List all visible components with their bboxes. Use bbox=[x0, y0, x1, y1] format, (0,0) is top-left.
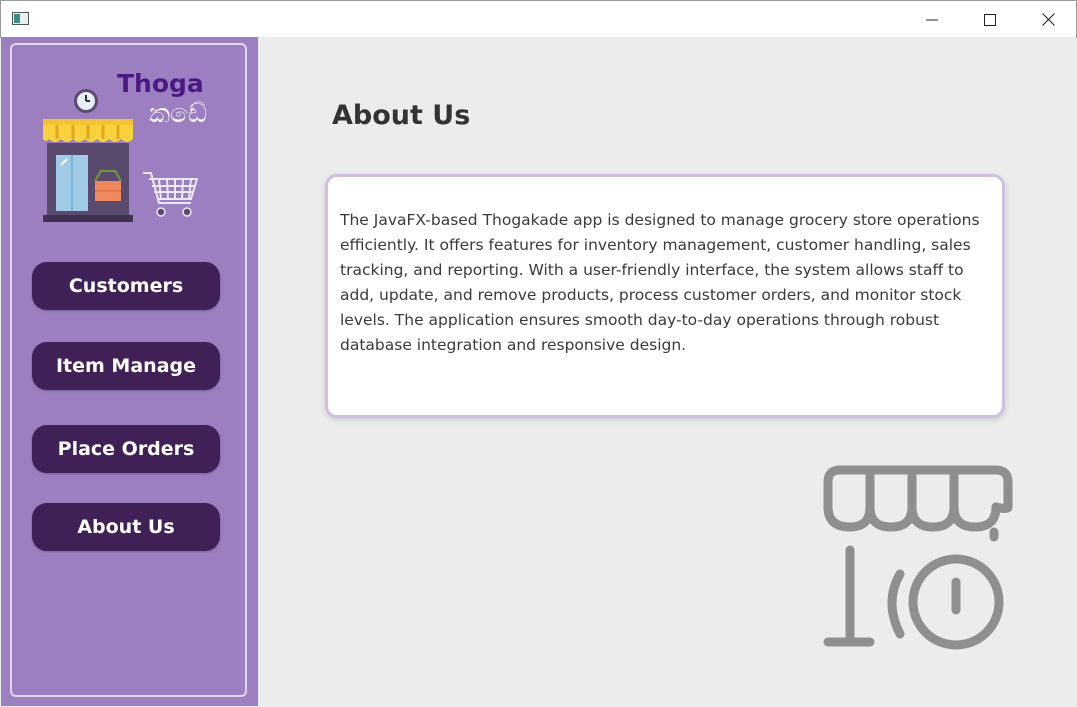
about-us-button[interactable]: About Us bbox=[32, 503, 220, 551]
about-description: The JavaFX-based Thogakade app is design… bbox=[340, 211, 980, 354]
close-icon bbox=[1041, 13, 1055, 26]
logo-subtitle: කඩේ bbox=[149, 99, 208, 129]
logo-title: Thoga bbox=[117, 69, 204, 98]
minimize-button[interactable] bbox=[909, 1, 955, 38]
about-card: The JavaFX-based Thogakade app is design… bbox=[325, 174, 1005, 418]
store-outline-icon bbox=[818, 462, 1018, 652]
minimize-icon bbox=[926, 19, 938, 20]
app-logo: Thoga කඩේ bbox=[39, 69, 229, 225]
customers-button[interactable]: Customers bbox=[32, 262, 220, 310]
close-button[interactable] bbox=[1025, 1, 1071, 38]
window-title-bar bbox=[0, 0, 1077, 38]
main-content: About Us The JavaFX-based Thogakade app … bbox=[258, 37, 1076, 706]
maximize-icon bbox=[984, 13, 996, 26]
sidebar: Thoga කඩේ Customers Item Manage Place Or… bbox=[1, 37, 258, 706]
item-manage-button[interactable]: Item Manage bbox=[32, 342, 220, 390]
maximize-button[interactable] bbox=[967, 1, 1013, 38]
place-orders-button[interactable]: Place Orders bbox=[32, 425, 220, 473]
page-title: About Us bbox=[332, 100, 471, 131]
app-window-icon bbox=[12, 12, 29, 25]
